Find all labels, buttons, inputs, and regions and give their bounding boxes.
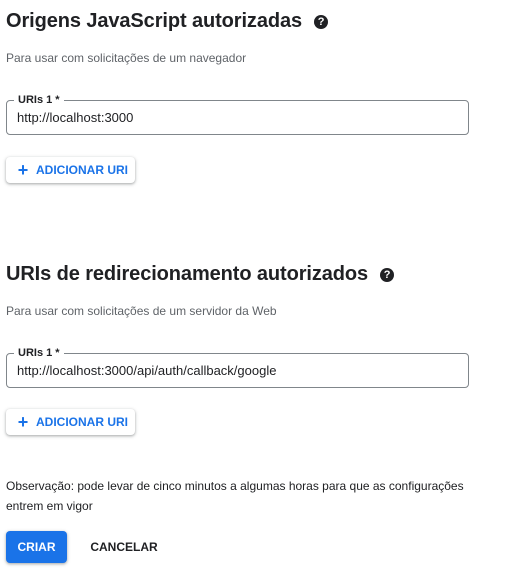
redirects-section-title: URIs de redirecionamento autorizados ? — [6, 263, 395, 286]
help-icon[interactable]: ? — [314, 14, 329, 29]
origins-description: Para usar com solicitações de um navegad… — [6, 51, 247, 65]
cancel-button[interactable]: CANCELAR — [82, 531, 166, 563]
create-button[interactable]: CRIAR — [6, 531, 67, 563]
origins-title-text: Origens JavaScript autorizadas — [6, 10, 303, 32]
plus-icon: + — [17, 160, 29, 180]
origins-add-uri-button[interactable]: + ADICIONAR URI — [6, 157, 135, 183]
redirects-add-uri-button[interactable]: + ADICIONAR URI — [6, 409, 135, 435]
origins-uri-field[interactable]: URIs 1 * http://localhost:3000 — [6, 93, 469, 135]
redirects-title-text: URIs de redirecionamento autorizados — [6, 263, 369, 285]
redirects-add-uri-label: ADICIONAR URI — [36, 415, 128, 429]
redirects-description: Para usar com solicitações de um servido… — [6, 304, 277, 318]
origins-section-title: Origens JavaScript autorizadas ? — [6, 10, 329, 33]
origins-uri-input[interactable]: http://localhost:3000 — [17, 101, 458, 134]
help-icon[interactable]: ? — [380, 267, 395, 282]
redirects-uri-field[interactable]: URIs 1 * http://localhost:3000/api/auth/… — [6, 346, 469, 388]
redirects-uri-input[interactable]: http://localhost:3000/api/auth/callback/… — [17, 354, 458, 387]
plus-icon: + — [17, 412, 29, 432]
propagation-note: Observação: pode levar de cinco minutos … — [6, 479, 464, 513]
origins-add-uri-label: ADICIONAR URI — [36, 163, 128, 177]
